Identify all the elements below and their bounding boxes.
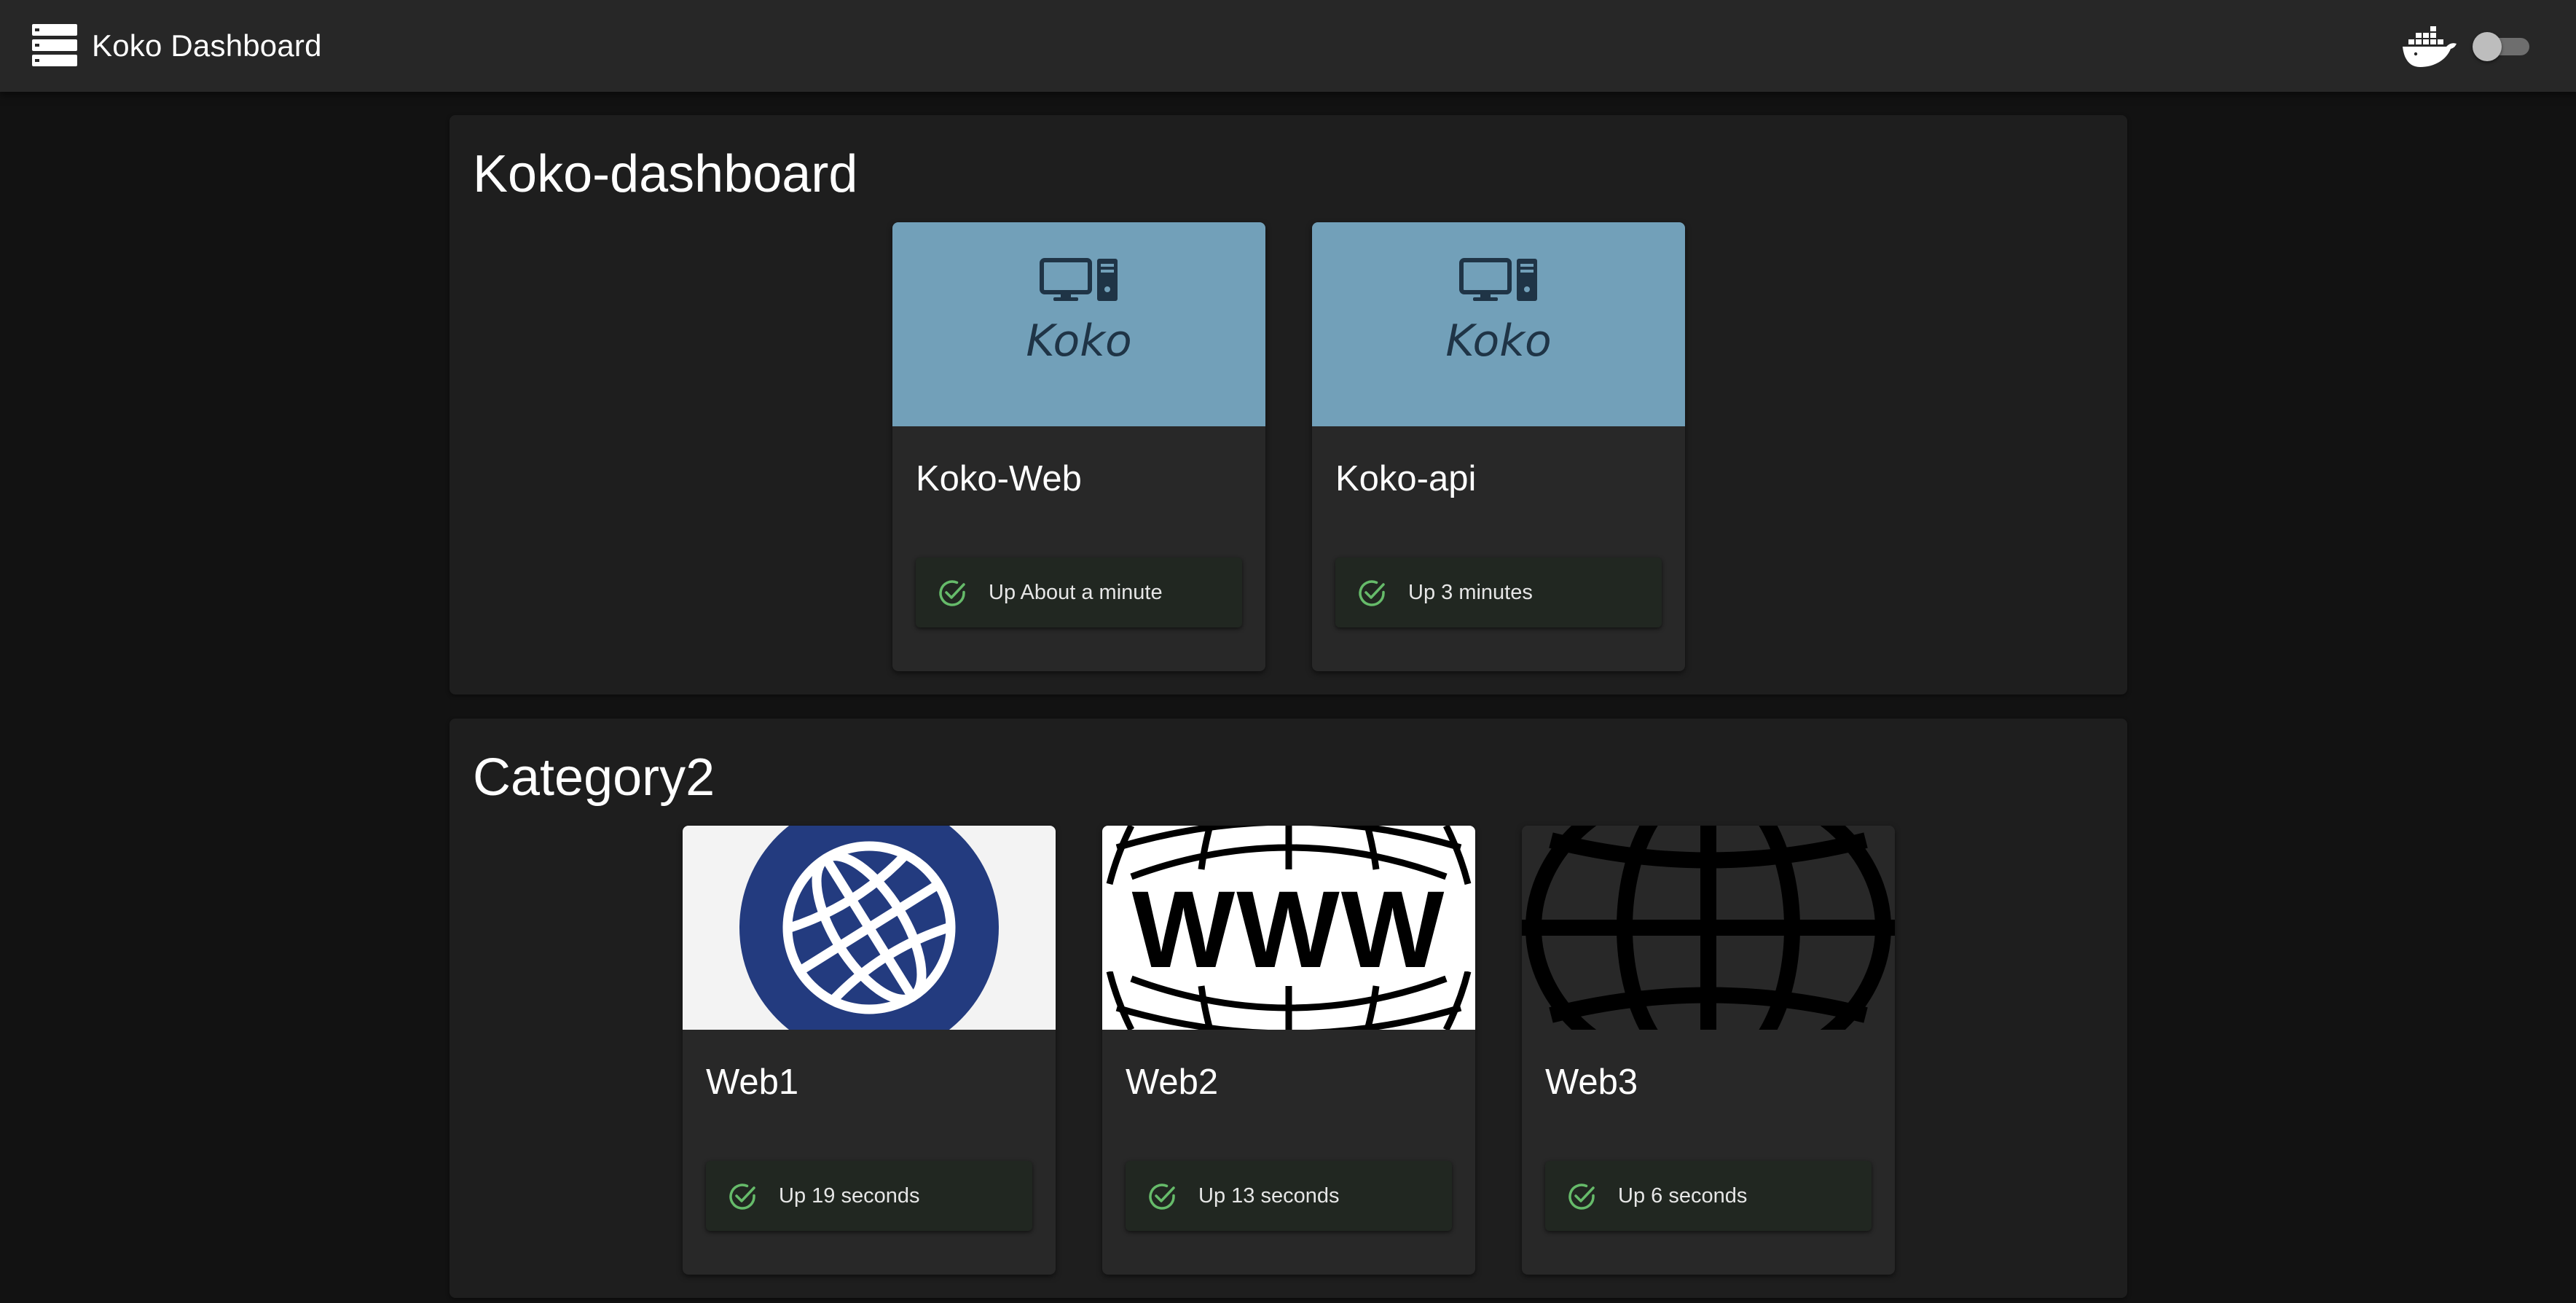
- category-panel-koko-dashboard: Koko-dashboard Koko Koko-Web Up About a …: [449, 115, 2127, 694]
- container-card-koko-api[interactable]: Koko Koko-api Up 3 minutes: [1312, 222, 1685, 671]
- card-image: WWW: [1102, 826, 1475, 1030]
- container-card-koko-web[interactable]: Koko Koko-Web Up About a minute: [892, 222, 1265, 671]
- status-text: Up About a minute: [989, 581, 1163, 604]
- docker-whale-icon[interactable]: [2401, 22, 2459, 70]
- www-globe-icon: WWW: [1102, 826, 1475, 1030]
- category-panel-category2: Category2 Web1 Up 19 seconds WWW Web2 Up…: [449, 719, 2127, 1298]
- check-circle-icon: [729, 1183, 755, 1210]
- status-chip: Up 19 seconds: [706, 1161, 1032, 1231]
- koko-logo-text: Koko: [1026, 316, 1132, 367]
- theme-toggle-switch[interactable]: [2473, 29, 2532, 61]
- card-image: Koko: [1312, 222, 1685, 426]
- status-text: Up 3 minutes: [1408, 581, 1533, 604]
- category-title: Koko-dashboard: [473, 145, 858, 203]
- status-chip: Up 3 minutes: [1335, 557, 1662, 627]
- status-text: Up 13 seconds: [1198, 1184, 1340, 1208]
- computer-icon: [1040, 258, 1118, 301]
- card-image: [1522, 826, 1895, 1030]
- check-circle-icon: [1359, 580, 1385, 606]
- status-chip: Up About a minute: [916, 557, 1242, 627]
- card-title: Koko-Web: [916, 459, 1082, 498]
- card-title: Web3: [1545, 1063, 1638, 1102]
- status-chip: Up 13 seconds: [1126, 1161, 1452, 1231]
- menu-list-icon[interactable]: [32, 24, 77, 66]
- www-text: WWW: [1132, 868, 1446, 990]
- card-title: Web2: [1126, 1063, 1219, 1102]
- check-circle-icon: [1149, 1183, 1175, 1210]
- status-text: Up 6 seconds: [1618, 1184, 1748, 1208]
- globe-icon: [739, 826, 999, 1030]
- card-title: Koko-api: [1335, 459, 1477, 498]
- card-image: Koko: [892, 222, 1265, 426]
- app-title: Koko Dashboard: [92, 28, 322, 63]
- card-title: Web1: [706, 1063, 799, 1102]
- check-circle-icon: [939, 580, 965, 606]
- computer-icon: [1459, 258, 1537, 301]
- container-card-web1[interactable]: Web1 Up 19 seconds: [683, 826, 1056, 1275]
- card-image: [683, 826, 1056, 1030]
- globe-outline-icon: [1522, 826, 1895, 1030]
- toggle-thumb: [2473, 32, 2502, 61]
- container-card-web3[interactable]: Web3 Up 6 seconds: [1522, 826, 1895, 1275]
- check-circle-icon: [1568, 1183, 1595, 1210]
- app-bar: Koko Dashboard: [0, 0, 2576, 92]
- koko-logo-text: Koko: [1445, 316, 1552, 367]
- status-chip: Up 6 seconds: [1545, 1161, 1872, 1231]
- category-title: Category2: [473, 748, 715, 807]
- status-text: Up 19 seconds: [779, 1184, 920, 1208]
- container-card-web2[interactable]: WWW Web2 Up 13 seconds: [1102, 826, 1475, 1275]
